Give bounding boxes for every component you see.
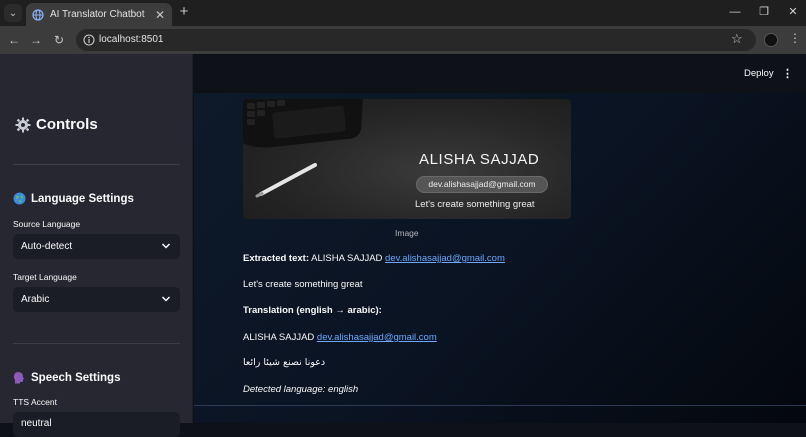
tts-accent-value: neutral [21,418,52,429]
tab-search-icon[interactable]: ⌄ [4,4,22,22]
source-language-select[interactable]: Auto-detect [13,234,180,259]
sidebar-title: Controls [15,116,98,133]
tts-accent-select[interactable]: neutral [13,412,180,437]
tts-accent-label: TTS Accent [13,397,57,407]
extracted-text-label: Extracted text: [243,253,309,264]
chevron-down-icon [161,243,171,249]
speech-settings-heading: Speech Settings [13,371,120,384]
minimize-icon[interactable]: — [727,4,743,20]
source-language-value: Auto-detect [21,241,73,252]
speaking-head-icon [13,372,24,384]
site-info-icon[interactable] [83,34,95,46]
globe-icon [13,192,26,205]
app-menu-icon[interactable]: ⋮ [782,67,793,80]
target-language-select[interactable]: Arabic [13,287,180,312]
source-language-label: Source Language [13,219,81,229]
translation-arabic: دعونا نصنع شيئا رائعا [243,357,326,368]
language-settings-heading: Language Settings [13,192,134,205]
new-tab-icon[interactable]: + [176,4,192,20]
detected-language: Detected language: english [243,384,359,395]
sidebar-divider [13,343,180,344]
browser-tab-bar: ⌄ AI Translator Chatbot ✕ + — ❐ ✕ [0,0,806,26]
extracted-text-line: Extracted text: ALISHA SAJJAD dev.alisha… [243,253,505,264]
target-language-label: Target Language [13,272,77,282]
image-tagline: Let's create something great [415,199,535,210]
extracted-email-link[interactable]: dev.alishasajjad@gmail.com [385,253,505,264]
sidebar-divider [13,164,180,165]
browser-toolbar: ← → ↻ localhost:8501 [0,26,806,54]
bookmark-star-icon[interactable]: ☆ [731,31,743,47]
chevron-down-icon [161,296,171,302]
image-caption: Image [395,228,419,238]
restore-icon[interactable]: ❐ [756,4,772,20]
translation-name: ALISHA SAJJAD [243,332,315,343]
app-header: Deploy ⋮ [194,54,806,93]
browser-tab[interactable]: AI Translator Chatbot ✕ [26,3,172,26]
gear-icon [15,117,31,132]
translation-line: ALISHA SAJJAD dev.alishasajjad@gmail.com [243,332,437,343]
browser-menu-icon[interactable]: ⋮ [789,31,801,45]
main-content: Deploy ⋮ ALISHA SAJJAD dev.alishasajjad@… [194,54,806,423]
translation-label: Translation (english → arabic): [243,305,382,316]
back-icon[interactable]: ← [6,32,22,48]
chat-input-border [194,405,806,406]
profile-avatar-icon[interactable] [764,33,778,47]
target-language-value: Arabic [21,294,50,305]
speech-settings-label: Speech Settings [31,371,121,384]
tab-close-icon[interactable]: ✕ [155,8,165,22]
url-text: localhost:8501 [99,34,164,45]
extracted-name: ALISHA SAJJAD [311,253,383,264]
translation-heading: Translation (english → arabic): [243,305,382,316]
uploaded-image: ALISHA SAJJAD dev.alishasajjad@gmail.com… [243,99,571,219]
forward-icon[interactable]: → [28,32,44,48]
language-settings-label: Language Settings [31,192,134,205]
tab-title: AI Translator Chatbot [50,9,145,20]
image-email-pill: dev.alishasajjad@gmail.com [416,176,548,193]
image-name-text: ALISHA SAJJAD [419,151,540,168]
extracted-tagline: Let's create something great [243,279,363,290]
address-bar[interactable]: localhost:8501 [76,29,756,51]
translation-email-link[interactable]: dev.alishasajjad@gmail.com [317,332,437,343]
globe-favicon-icon [32,8,44,21]
controls-title: Controls [36,116,98,133]
deploy-button[interactable]: Deploy [744,68,774,79]
close-window-icon[interactable]: ✕ [785,4,801,20]
reload-icon[interactable]: ↻ [51,32,67,48]
